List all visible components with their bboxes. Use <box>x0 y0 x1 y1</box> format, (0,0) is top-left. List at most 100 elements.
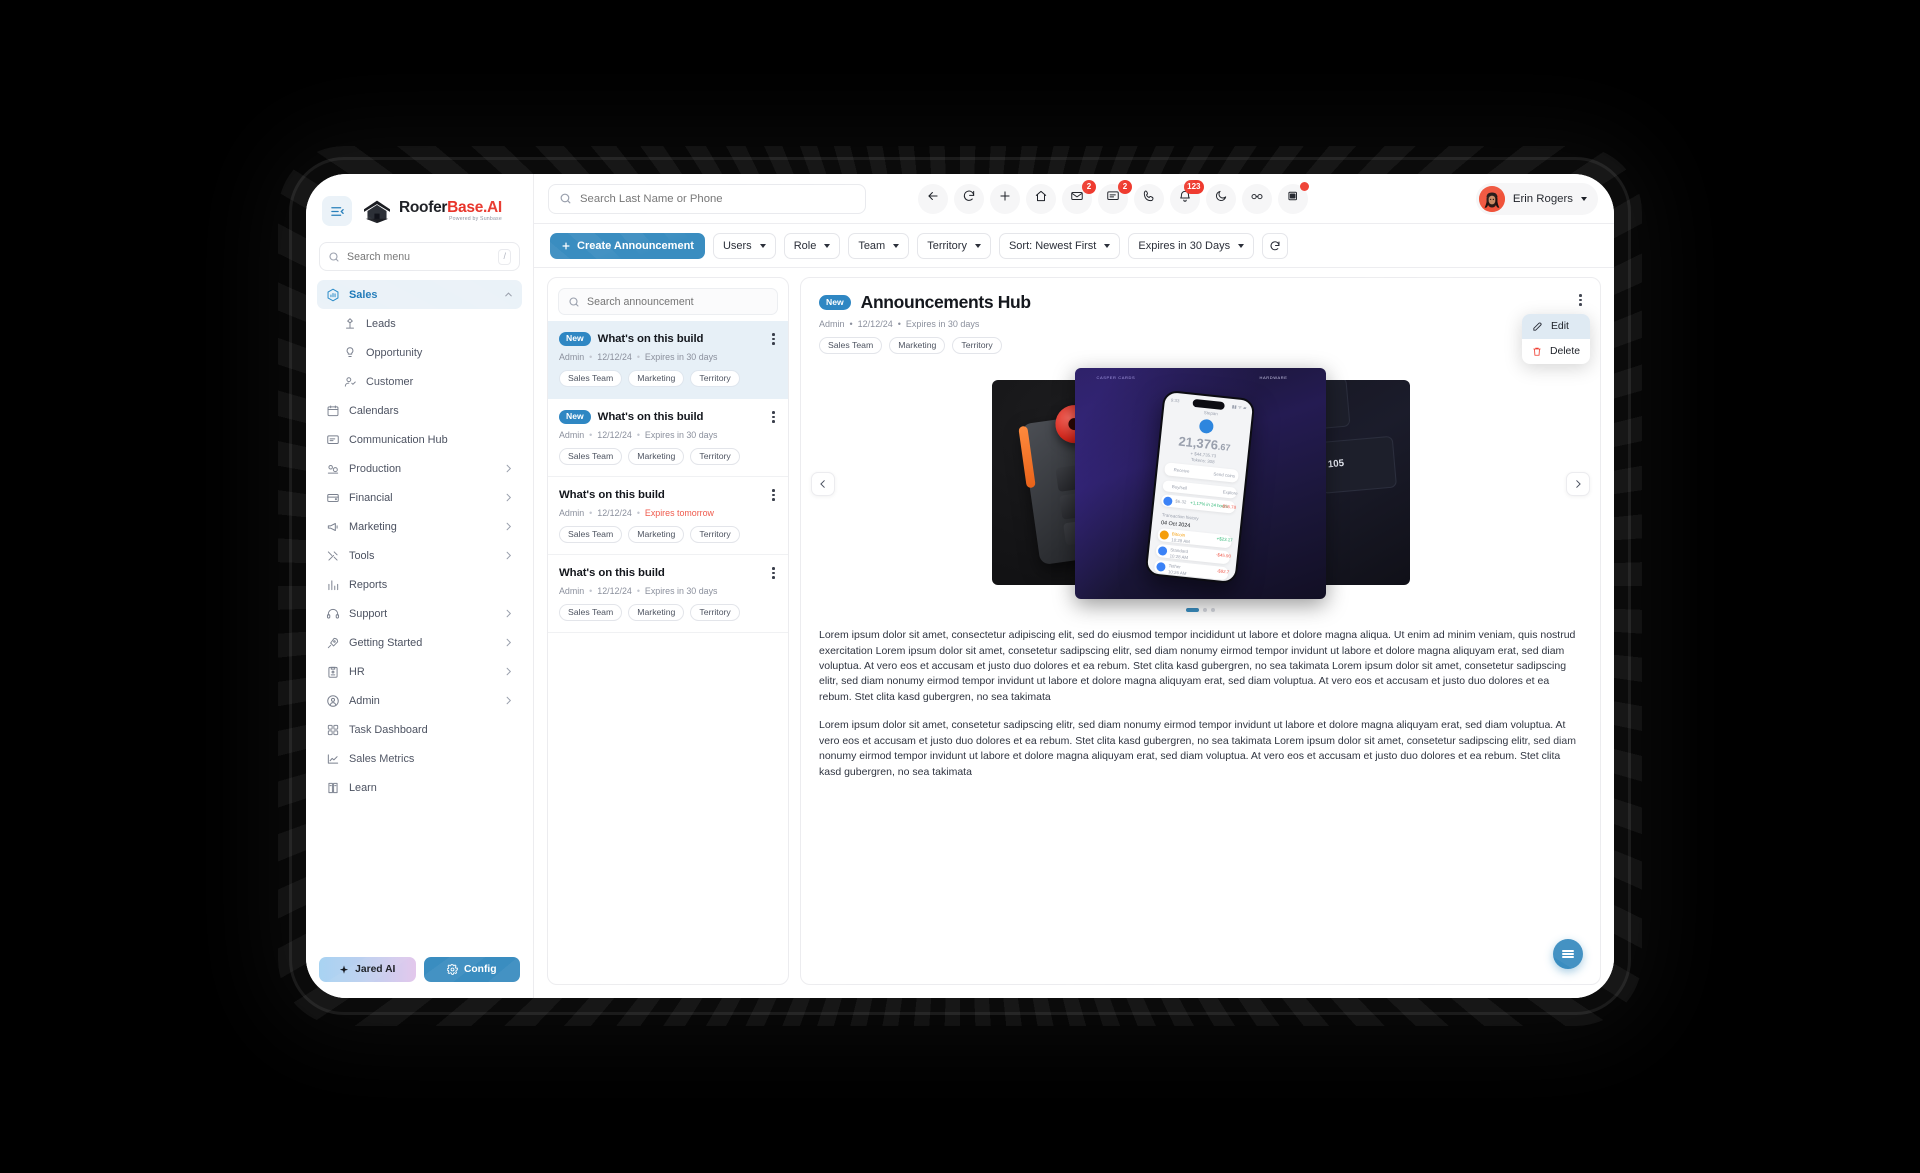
meta-separator: • <box>589 507 593 518</box>
announcement-more-button[interactable] <box>770 565 777 581</box>
carousel-prev-button[interactable] <box>811 472 835 497</box>
production-icon <box>325 461 340 476</box>
filter-role[interactable]: Role <box>783 232 841 259</box>
delete-menu-item[interactable]: Delete <box>1522 339 1590 364</box>
meta-separator: • <box>636 351 640 362</box>
filter-label: Territory <box>927 239 967 252</box>
sidebar-item-support[interactable]: Support <box>317 599 522 628</box>
refresh-icon <box>1270 240 1280 250</box>
glasses-button[interactable] <box>1242 183 1272 214</box>
sidebar-item-label: Getting Started <box>349 636 423 649</box>
back-button[interactable] <box>918 183 948 214</box>
sidebar-item-label: Calendars <box>349 404 399 417</box>
announcement-expiry: Expires tomorrow <box>644 507 714 518</box>
announcement-list-item[interactable]: What's on this build Admin • 12/12/24 • Expir… <box>548 555 788 633</box>
search-menu-input[interactable] <box>347 250 492 263</box>
refresh-button[interactable] <box>1262 232 1289 259</box>
sidebar-item-customer[interactable]: Customer <box>317 367 522 396</box>
filter-label: Sort: Newest First <box>1008 239 1097 252</box>
global-search[interactable] <box>548 183 866 214</box>
filter-expires-in-30-days[interactable]: Expires in 30 Days <box>1128 232 1255 259</box>
brand-logo-group[interactable]: RooferBase.AI Powered by Sunbase <box>362 198 502 224</box>
carousel-next-button[interactable] <box>1566 472 1590 497</box>
trash-icon <box>1533 347 1541 356</box>
glasses-icon <box>1250 189 1264 208</box>
brand-tagline: Powered by Sunbase <box>449 216 502 223</box>
chevron-down-icon <box>893 243 900 248</box>
sidebar-item-calendars[interactable]: Calendars <box>317 396 522 425</box>
announcement-list-item[interactable]: New What's on this build Admin • 12/12/24 • Ex… <box>548 399 788 477</box>
sidebar-search[interactable]: / <box>319 242 520 271</box>
wallet-icon <box>325 490 340 505</box>
chevron-down-icon <box>759 243 766 248</box>
sidebar-item-admin[interactable]: Admin <box>317 686 522 715</box>
announcement-more-button[interactable] <box>770 331 777 347</box>
refresh-button[interactable] <box>954 183 984 214</box>
window-button[interactable] <box>1278 181 1309 214</box>
carousel-slides: Edit Route Optimize your route with ease… <box>801 368 1600 600</box>
body-paragraph: Lorem ipsum dolor sit amet, consectetur … <box>819 629 1576 703</box>
tag: Sales Team <box>559 447 623 465</box>
mail-button[interactable]: 2 <box>1062 179 1096 214</box>
sidebar-item-sales-metrics[interactable]: Sales Metrics <box>317 744 522 773</box>
tag: Sales Team <box>559 525 623 543</box>
announcement-list-item[interactable]: What's on this build Admin • 12/12/24 • Expir… <box>548 477 788 555</box>
top-bar-icons: 2 2 123 <box>918 179 1309 214</box>
filter-sort-newest-first[interactable]: Sort: Newest First <box>998 232 1121 259</box>
detail-more-button[interactable] <box>1577 292 1584 308</box>
tag: Territory <box>952 337 1002 355</box>
menu-fab[interactable] <box>1553 939 1583 969</box>
moon-icon <box>1214 189 1228 208</box>
jared-ai-button[interactable]: Jared AI <box>319 957 416 982</box>
bell-button[interactable]: 123 <box>1170 179 1204 214</box>
filter-territory[interactable]: Territory <box>917 232 991 259</box>
plus-button[interactable] <box>990 183 1020 214</box>
announcement-list-item[interactable]: New What's on this build Admin • 12/12/24 • Ex… <box>548 321 788 399</box>
sidebar-item-task-dashboard[interactable]: Task Dashboard <box>317 715 522 744</box>
sidebar-item-label: Marketing <box>349 520 397 533</box>
sidebar-item-sales[interactable]: Sales <box>317 280 522 309</box>
sidebar-item-opportunity[interactable]: Opportunity <box>317 338 522 367</box>
sidebar-item-label: Tools <box>349 549 375 562</box>
config-button[interactable]: Config <box>423 957 520 982</box>
sidebar-collapse-button[interactable] <box>322 196 352 226</box>
app-screen: RooferBase.AI Powered by Sunbase / Sales… <box>306 174 1614 998</box>
sidebar-item-communication-hub[interactable]: Communication Hub <box>317 425 522 454</box>
user-menu[interactable]: Erin Rogers <box>1475 182 1598 215</box>
carousel-slide-phone[interactable]: CASPER CARDS HARDWARE 9:33 ▮▮ ᯤ ▰ Stepan <box>1074 368 1326 600</box>
sidebar-item-marketing[interactable]: Marketing <box>317 512 522 541</box>
announcement-search[interactable] <box>558 288 778 315</box>
sidebar-item-financial[interactable]: Financial <box>317 483 522 512</box>
home-button[interactable] <box>1026 183 1056 214</box>
create-announcement-button[interactable]: Create Announcement <box>550 232 705 259</box>
global-search-input[interactable] <box>580 192 855 205</box>
new-badge: New <box>819 295 851 310</box>
filter-users[interactable]: Users <box>712 232 776 259</box>
chevron-up-icon <box>503 289 514 300</box>
sidebar-item-production[interactable]: Production <box>317 454 522 483</box>
sidebar-item-label: Task Dashboard <box>349 723 428 736</box>
sidebar-item-label: Support <box>349 607 388 620</box>
sidebar-item-label: Opportunity <box>366 346 423 359</box>
moon-button[interactable] <box>1206 183 1236 214</box>
avatar <box>1478 185 1505 212</box>
announcement-more-button[interactable] <box>770 487 777 503</box>
announcement-search-input[interactable] <box>587 295 768 308</box>
edit-menu-item[interactable]: Edit <box>1522 314 1590 339</box>
sidebar-item-reports[interactable]: Reports <box>317 570 522 599</box>
sidebar-item-label: Customer <box>366 375 414 388</box>
announcement-more-button[interactable] <box>770 409 777 425</box>
phone-button[interactable] <box>1134 183 1164 214</box>
message-button[interactable]: 2 <box>1098 179 1132 214</box>
announcement-author: Admin <box>559 429 585 440</box>
sidebar-item-learn[interactable]: Learn <box>317 773 522 802</box>
sidebar-item-hr[interactable]: HR <box>317 657 522 686</box>
sidebar-item-leads[interactable]: Leads <box>317 309 522 338</box>
tag: Territory <box>690 603 740 621</box>
sidebar-item-tools[interactable]: Tools <box>317 541 522 570</box>
phone-mockup-image: 9:33 ▮▮ ᯤ ▰ Stepan 21,376.67 + $44,735.7… <box>1144 389 1256 585</box>
filter-team[interactable]: Team <box>848 232 910 259</box>
chevron-right-icon <box>503 666 514 677</box>
search-icon <box>560 193 571 204</box>
sidebar-item-getting-started[interactable]: Getting Started <box>317 628 522 657</box>
